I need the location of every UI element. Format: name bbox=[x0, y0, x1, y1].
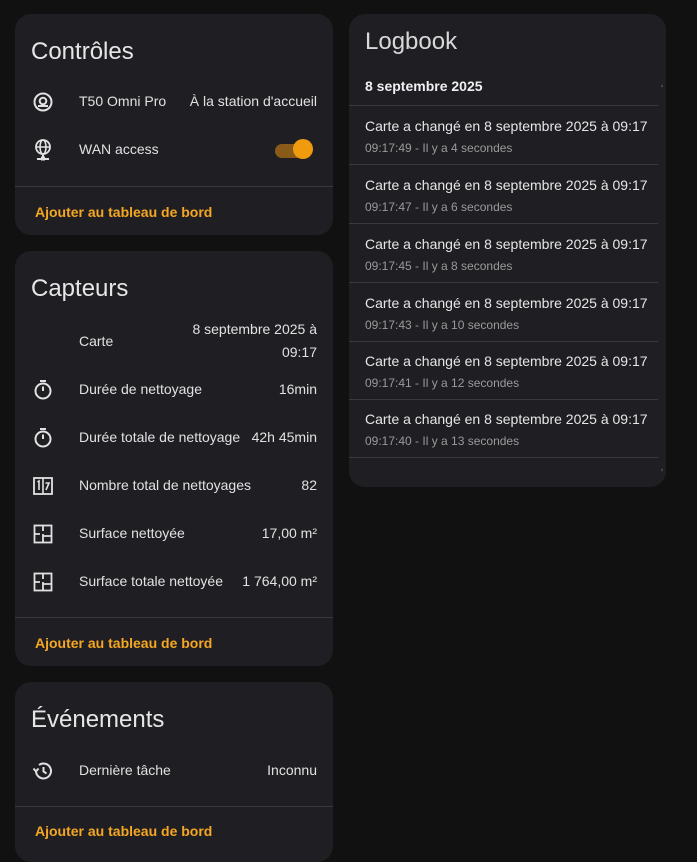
logbook-entry[interactable]: Carte a changé en 8 septembre 2025 à 09:… bbox=[349, 224, 658, 283]
sensor-label: Surface nettoyée bbox=[79, 525, 185, 541]
add-to-dashboard-button[interactable]: Ajouter au tableau de bord bbox=[35, 635, 212, 651]
event-row-last-task[interactable]: Dernière tâche Inconnu bbox=[15, 751, 333, 791]
add-to-dashboard-button[interactable]: Ajouter au tableau de bord bbox=[35, 823, 212, 839]
sensor-value: 17,00 m² bbox=[261, 525, 317, 541]
divider bbox=[15, 617, 333, 618]
sensor-label: Nombre total de nettoyages bbox=[79, 477, 251, 493]
logbook-entry-time: 09:17:47 - Il y a 6 secondes bbox=[365, 200, 513, 214]
logbook-entry[interactable]: Carte a changé en 8 septembre 2025 à 09:… bbox=[349, 399, 658, 458]
sensor-label: Surface totale nettoyée bbox=[79, 573, 223, 589]
sensor-label: Durée totale de nettoyage bbox=[79, 429, 241, 445]
logbook-scrollbar[interactable] bbox=[660, 84, 664, 474]
sensor-row-carte[interactable]: Carte 8 septembre 2025 à 09:17 bbox=[15, 317, 333, 365]
logbook-title: Logbook bbox=[365, 28, 458, 55]
logbook-entry-time: 09:17:41 - Il y a 12 secondes bbox=[365, 376, 520, 390]
logbook-entry-time: 09:17:40 - Il y a 13 secondes bbox=[365, 434, 520, 448]
logbook-entry-message: Carte a changé en 8 septembre 2025 à 09:… bbox=[365, 177, 648, 193]
sensor-row-cleaning-duration[interactable]: Durée de nettoyage 16min bbox=[15, 370, 333, 410]
logbook-card: Logbook 8 septembre 2025 Carte a changé … bbox=[349, 14, 666, 487]
sensor-value: 1 764,00 m² bbox=[242, 573, 317, 589]
device-name: T50 Omni Pro bbox=[79, 93, 167, 109]
add-to-dashboard-button[interactable]: Ajouter au tableau de bord bbox=[35, 204, 212, 220]
event-value: Inconnu bbox=[267, 762, 317, 778]
robot-vacuum-icon bbox=[31, 90, 55, 114]
logbook-entry[interactable]: Carte a changé en 8 septembre 2025 à 09:… bbox=[349, 341, 658, 400]
sensor-label: Carte bbox=[79, 333, 114, 349]
sensor-value-line1: 8 septembre 2025 à bbox=[192, 321, 317, 337]
logbook-date-header: 8 septembre 2025 bbox=[365, 78, 483, 94]
sensor-row-cleaned-area[interactable]: Surface nettoyée 17,00 m² bbox=[15, 514, 333, 554]
wan-access-toggle[interactable] bbox=[275, 139, 313, 159]
sensor-value: 16min bbox=[278, 381, 317, 397]
logbook-entry-message: Carte a changé en 8 septembre 2025 à 09:… bbox=[365, 411, 648, 427]
logbook-entry-message: Carte a changé en 8 septembre 2025 à 09:… bbox=[365, 236, 648, 252]
logbook-entry-message: Carte a changé en 8 septembre 2025 à 09:… bbox=[365, 118, 648, 134]
network-globe-icon bbox=[31, 138, 55, 162]
sensor-value: 82 bbox=[301, 477, 317, 493]
wan-access-row[interactable]: WAN access bbox=[15, 130, 333, 170]
toggle-thumb bbox=[293, 139, 313, 159]
controls-title: Contrôles bbox=[31, 38, 134, 65]
sensors-card: Capteurs Carte 8 septembre 2025 à 09:17 … bbox=[15, 251, 333, 666]
divider bbox=[15, 186, 333, 187]
event-label: Dernière tâche bbox=[79, 762, 171, 778]
sensor-row-total-cleaning-duration[interactable]: Durée totale de nettoyage 42h 45min bbox=[15, 418, 333, 458]
wan-access-label: WAN access bbox=[79, 141, 159, 157]
floor-plan-icon bbox=[31, 522, 55, 546]
logbook-entry[interactable]: Carte a changé en 8 septembre 2025 à 09:… bbox=[349, 106, 658, 165]
logbook-entry-time: 09:17:43 - Il y a 10 secondes bbox=[365, 318, 520, 332]
counter-icon bbox=[31, 474, 55, 498]
logbook-entry-message: Carte a changé en 8 septembre 2025 à 09:… bbox=[365, 353, 648, 369]
sensor-label: Durée de nettoyage bbox=[79, 381, 202, 397]
history-icon bbox=[31, 759, 55, 783]
logbook-entry[interactable]: Carte a changé en 8 septembre 2025 à 09:… bbox=[349, 283, 658, 342]
logbook-entry-time: 09:17:49 - Il y a 4 secondes bbox=[365, 141, 513, 155]
device-row[interactable]: T50 Omni Pro À la station d'accueil bbox=[15, 82, 333, 122]
sensor-value: 42h 45min bbox=[251, 429, 317, 445]
logbook-entry[interactable]: Carte a changé en 8 septembre 2025 à 09:… bbox=[349, 165, 658, 224]
logbook-entry-time: 09:17:45 - Il y a 8 secondes bbox=[365, 259, 513, 273]
timer-icon bbox=[31, 426, 55, 450]
controls-card: Contrôles T50 Omni Pro À la station d'ac… bbox=[15, 14, 333, 235]
divider bbox=[15, 806, 333, 807]
timer-icon bbox=[31, 378, 55, 402]
device-state: À la station d'accueil bbox=[189, 93, 317, 109]
logbook-entry-message: Carte a changé en 8 septembre 2025 à 09:… bbox=[365, 295, 648, 311]
floor-plan-icon bbox=[31, 570, 55, 594]
sensors-title: Capteurs bbox=[31, 275, 129, 302]
sensor-row-total-cleanings[interactable]: Nombre total de nettoyages 82 bbox=[15, 466, 333, 506]
sensor-value-line2: 09:17 bbox=[281, 344, 317, 360]
events-card: Événements Dernière tâche Inconnu Ajoute… bbox=[15, 682, 333, 862]
sensor-row-total-cleaned-area[interactable]: Surface totale nettoyée 1 764,00 m² bbox=[15, 562, 333, 602]
events-title: Événements bbox=[31, 706, 165, 733]
